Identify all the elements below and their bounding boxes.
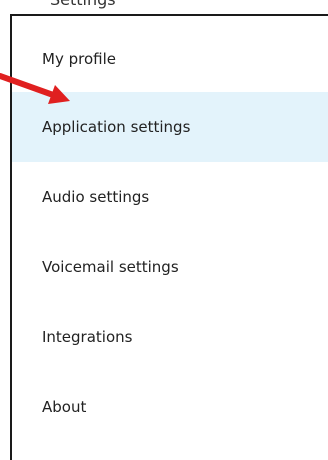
menu-item-label: Application settings (42, 118, 191, 136)
menu-item-voicemail-settings[interactable]: Voicemail settings (12, 232, 328, 302)
menu-item-audio-settings[interactable]: Audio settings (12, 162, 328, 232)
menu-item-label: My profile (42, 50, 116, 68)
window-title-partial: Settings (50, 0, 116, 9)
menu-item-label: Voicemail settings (42, 258, 179, 276)
settings-menu-panel: My profile Application settings Audio se… (10, 14, 328, 460)
menu-item-label: Audio settings (42, 188, 150, 206)
menu-item-label: About (42, 398, 87, 416)
menu-item-label: Integrations (42, 328, 133, 346)
menu-item-my-profile[interactable]: My profile (12, 26, 328, 92)
menu-item-integrations[interactable]: Integrations (12, 302, 328, 372)
settings-menu: My profile Application settings Audio se… (12, 26, 328, 442)
settings-window: Settings My profile Application settings… (0, 0, 328, 460)
menu-item-application-settings[interactable]: Application settings (12, 92, 328, 162)
menu-item-about[interactable]: About (12, 372, 328, 442)
